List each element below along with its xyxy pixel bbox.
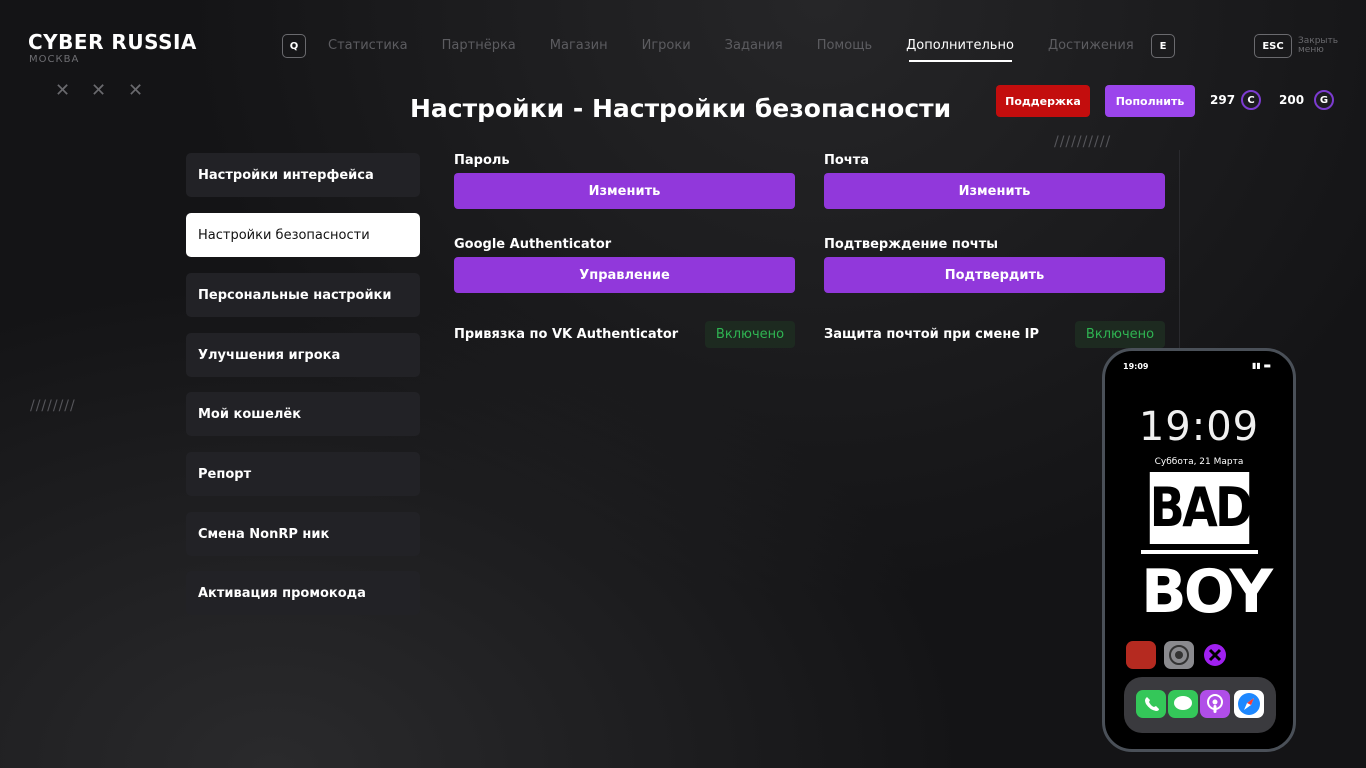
signal-battery-icon: ▮▮ ▬: [1252, 361, 1271, 370]
wallpaper-text-top: BAD: [1149, 472, 1253, 544]
phone-date: Суббота, 21 Марта: [1154, 457, 1244, 467]
sidebar-item-report[interactable]: Репорт: [186, 452, 420, 496]
sidebar-item-nick-change[interactable]: Смена NonRP ник: [186, 512, 420, 556]
safari-app-icon[interactable]: [1234, 690, 1264, 718]
nav-achievements[interactable]: Достижения: [1048, 38, 1134, 53]
nav-stats[interactable]: Статистика: [328, 38, 408, 53]
nav-players[interactable]: Игроки: [642, 38, 691, 53]
sidebar-item-upgrades[interactable]: Улучшения игрока: [186, 333, 420, 377]
email-label: Почта: [824, 153, 870, 168]
phone-wallpaper: BAD BOY: [1141, 472, 1273, 628]
confirm-email-button[interactable]: Подтвердить: [824, 257, 1165, 293]
sidebar-item-personal[interactable]: Персональные настройки: [186, 273, 420, 317]
nav-help[interactable]: Помощь: [817, 38, 872, 53]
content-divider: [1179, 150, 1180, 350]
email-confirm-label: Подтверждение почты: [824, 237, 999, 252]
nav-quests[interactable]: Задания: [725, 38, 783, 53]
ip-protect-status-badge[interactable]: Включено: [1075, 321, 1165, 348]
decor-stripes-vertical: ////////: [30, 398, 76, 414]
cyber-app-icon[interactable]: [1204, 644, 1226, 666]
nav-extra[interactable]: Дополнительно: [906, 38, 1014, 53]
support-button[interactable]: Поддержка: [996, 85, 1090, 117]
nav-shop[interactable]: Магазин: [550, 38, 608, 53]
close-menu-label[interactable]: Закрыть меню: [1298, 37, 1358, 55]
main-nav: Статистика Партнёрка Магазин Игроки Зада…: [328, 38, 1134, 53]
decor-stripes: //////////: [1054, 134, 1112, 150]
x-mark-icon: ✕: [55, 80, 71, 101]
phone-status-time: 19:09: [1123, 362, 1149, 371]
coin-g-icon: G: [1314, 90, 1334, 110]
game-app-icon[interactable]: [1126, 641, 1156, 669]
x-mark-icon: ✕: [128, 80, 144, 101]
vk-auth-label: Привязка по VK Authenticator: [454, 327, 679, 342]
google-auth-label: Google Authenticator: [454, 237, 612, 252]
sidebar-item-promo[interactable]: Активация промокода: [186, 571, 420, 615]
change-email-button[interactable]: Изменить: [824, 173, 1165, 209]
page-title: Настройки - Настройки безопасности: [410, 94, 952, 123]
phone-app-icon[interactable]: [1136, 690, 1166, 718]
manage-google-auth-button[interactable]: Управление: [454, 257, 795, 293]
vk-auth-status-badge[interactable]: Включено: [705, 321, 795, 348]
nav-next-key[interactable]: E: [1151, 34, 1175, 58]
city-label: МОСКВА: [29, 54, 80, 65]
sidebar-item-security[interactable]: Настройки безопасности: [186, 213, 420, 257]
brand-logo: CYBER RUSSIA: [28, 30, 197, 54]
esc-key[interactable]: ESC: [1254, 34, 1292, 58]
nav-partner[interactable]: Партнёрка: [442, 38, 516, 53]
coin-c-icon: C: [1241, 90, 1261, 110]
wallpaper-divider: [1141, 550, 1258, 554]
nav-active-underline: [909, 60, 1012, 62]
sidebar-item-wallet[interactable]: Мой кошелёк: [186, 392, 420, 436]
settings-app-icon[interactable]: [1164, 641, 1194, 669]
change-password-button[interactable]: Изменить: [454, 173, 795, 209]
messages-app-icon[interactable]: [1168, 690, 1198, 718]
gold-balance: 200: [1279, 93, 1305, 107]
topup-button[interactable]: Пополнить: [1105, 85, 1195, 117]
sidebar-item-interface[interactable]: Настройки интерфейса: [186, 153, 420, 197]
password-label: Пароль: [454, 153, 510, 168]
x-mark-icon: ✕: [91, 80, 107, 101]
wallpaper-text-bottom: BOY: [1141, 557, 1273, 627]
podcasts-app-icon[interactable]: [1200, 690, 1230, 718]
coin-balance: 297: [1210, 93, 1236, 107]
ip-protect-label: Защита почтой при смене IP: [824, 327, 1040, 342]
nav-prev-key[interactable]: Q: [282, 34, 306, 58]
phone-clock: 19:09: [1138, 404, 1260, 450]
